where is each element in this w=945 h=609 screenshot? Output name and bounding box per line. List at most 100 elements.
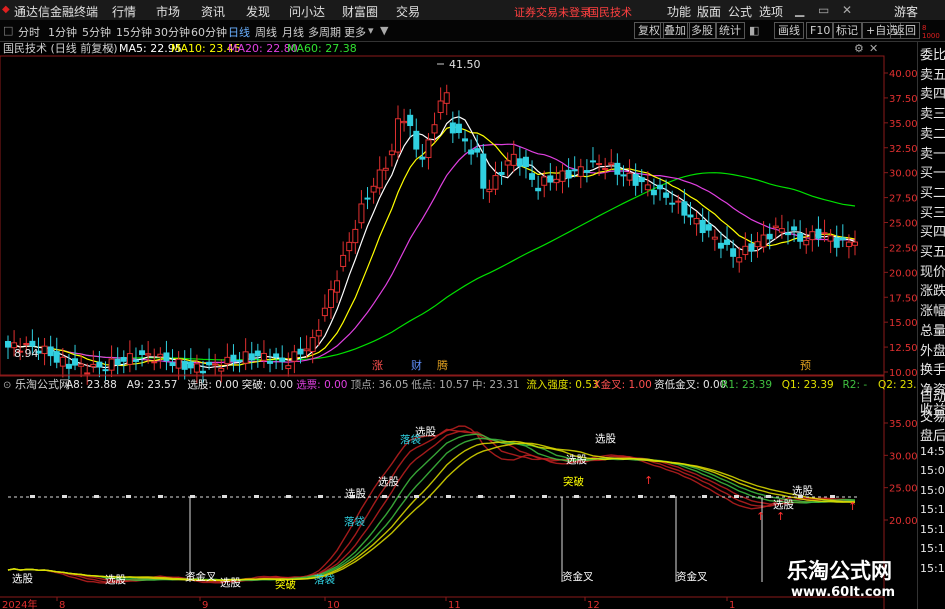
menu-gongshi[interactable]: 公式 — [728, 3, 752, 20]
quote-field-label: 卖五 — [920, 67, 945, 83]
candle-body — [644, 184, 651, 191]
price-tick-label: 20.00 — [889, 268, 917, 279]
period-15min[interactable]: 15分钟 — [116, 24, 152, 40]
event-marker-zhang[interactable]: 涨 — [372, 359, 383, 372]
signal-label: 突破 — [563, 475, 584, 488]
huaxian-button[interactable]: 画线 — [774, 22, 804, 39]
candle-body — [382, 167, 389, 171]
candle-body — [638, 177, 645, 183]
maximize-icon[interactable]: ▭ — [818, 3, 829, 17]
period-30min[interactable]: 30分钟 — [154, 24, 190, 40]
candle-body — [693, 217, 700, 225]
candle-body — [784, 232, 791, 236]
candle-body — [559, 170, 566, 182]
period-60min[interactable]: 60分钟 — [191, 24, 227, 40]
candle-body — [778, 228, 785, 233]
settings-icon[interactable]: ⚙ — [854, 42, 864, 55]
panel-small-top2: 1000 — [922, 32, 940, 40]
diejia-button[interactable]: 叠加 — [660, 22, 690, 39]
minimize-icon[interactable]: ▁ — [795, 3, 804, 17]
menu-jiaoyi[interactable]: 交易 — [396, 3, 420, 20]
price-tick-label: 37.50 — [889, 94, 917, 105]
candle-body — [279, 357, 286, 362]
x-month-label: 1 — [729, 600, 735, 609]
up-arrow-icon: ↑ — [848, 500, 857, 513]
candle-body — [760, 234, 767, 248]
event-marker-yu[interactable]: 预 — [800, 359, 811, 372]
indicator-value: 流入强度: 0.53 — [526, 378, 598, 391]
menu-faxian[interactable]: 发现 — [246, 3, 270, 20]
app-title: 通达信金融终端 — [14, 5, 99, 19]
quote-time-label: 15:13 — [920, 522, 945, 536]
period-multi[interactable]: 多周期 — [308, 24, 341, 40]
candle-body — [407, 114, 414, 127]
guest-label[interactable]: 游客 — [894, 3, 918, 20]
back-button[interactable]: 返回 — [890, 22, 920, 39]
quote-field-label: 卖四 — [920, 87, 945, 103]
price-tick-label: 40.00 — [889, 69, 917, 80]
candle-body — [632, 173, 639, 186]
period-fenshi[interactable]: 分时 — [18, 24, 40, 40]
candle-body — [724, 239, 731, 245]
candle-body — [699, 219, 706, 234]
period-more[interactable]: 更多 — [344, 24, 366, 40]
menu-shichang[interactable]: 市场 — [156, 3, 180, 20]
tongji-button[interactable]: 统计 — [715, 22, 745, 39]
chevron-down-icon[interactable]: ▾ — [368, 24, 374, 37]
candle-body — [254, 350, 261, 357]
candle-body — [577, 166, 584, 177]
close-icon[interactable]: ✕ — [842, 3, 852, 17]
period-daily[interactable]: 日线 — [228, 24, 250, 40]
period-1min[interactable]: 1分钟 — [48, 24, 77, 40]
candle-body — [522, 156, 529, 168]
watermark-title: 乐淘公式网 — [787, 559, 892, 583]
candle-body — [218, 368, 225, 372]
price-tick-label: 17.50 — [889, 293, 917, 304]
f10-button[interactable]: F10 — [806, 22, 835, 39]
candle-body — [541, 176, 548, 186]
ribbon-line — [7, 437, 856, 581]
ma10-line — [7, 125, 856, 367]
quote-field-label: 换手 — [920, 363, 945, 379]
price-tick-label: 10.00 — [889, 368, 917, 379]
chart-area[interactable]: 国民技术 (日线 前复权) ⊙ MA5: 22.95 MA10: 23.45 M… — [0, 42, 917, 609]
x-month-label: 12 — [587, 600, 600, 609]
event-marker-teng[interactable]: 腾 — [437, 358, 448, 372]
candle-body — [547, 175, 554, 183]
trade-login-status[interactable]: 证券交易未登录 — [514, 4, 591, 20]
candle-body — [821, 232, 828, 235]
candle-body — [455, 123, 462, 134]
ma-path — [7, 125, 856, 367]
quote-field-label: 买二 — [920, 185, 945, 201]
period-monthly[interactable]: 月线 — [282, 24, 304, 40]
menu-zixun[interactable]: 资讯 — [201, 3, 225, 20]
ind-tick-label: 20.00 — [889, 516, 917, 527]
indicator-value: 顶点: 36.05 — [351, 379, 409, 391]
close-icon[interactable]: ✕ — [869, 42, 878, 55]
candle-body — [96, 361, 103, 368]
candle-body — [657, 184, 664, 190]
ma-path — [7, 172, 856, 361]
period-weekly[interactable]: 周线 — [255, 24, 277, 40]
dashed-dot — [478, 495, 483, 498]
menu-hangqing[interactable]: 行情 — [112, 3, 136, 20]
biaoji-button[interactable]: 标记 — [832, 22, 862, 39]
candle-body — [175, 358, 182, 369]
menu-wenxiaoda[interactable]: 问小达 — [289, 3, 325, 20]
candle-body — [132, 359, 139, 362]
indicator-ribbon — [7, 425, 856, 584]
dropdown-arrow-icon[interactable]: ▼ — [380, 24, 388, 37]
signal-label: 选股 — [345, 487, 366, 500]
candle-body — [687, 214, 694, 218]
x-month-label: 10 — [327, 600, 340, 609]
menu-banmian[interactable]: 版面 — [697, 3, 721, 20]
menu-gongneng[interactable]: 功能 — [667, 3, 691, 20]
period-5min[interactable]: 5分钟 — [82, 24, 111, 40]
menu-caifuquan[interactable]: 财富圈 — [342, 3, 378, 20]
toggle-icon[interactable]: ◧ — [749, 24, 759, 37]
chevron-down-icon[interactable]: ⊙ — [106, 44, 114, 55]
price-tick-label: 32.50 — [889, 144, 917, 155]
event-marker-cai[interactable]: 财 — [411, 358, 422, 372]
duogu-button[interactable]: 多股 — [687, 22, 717, 39]
menu-xuanxiang[interactable]: 选项 — [759, 3, 783, 20]
